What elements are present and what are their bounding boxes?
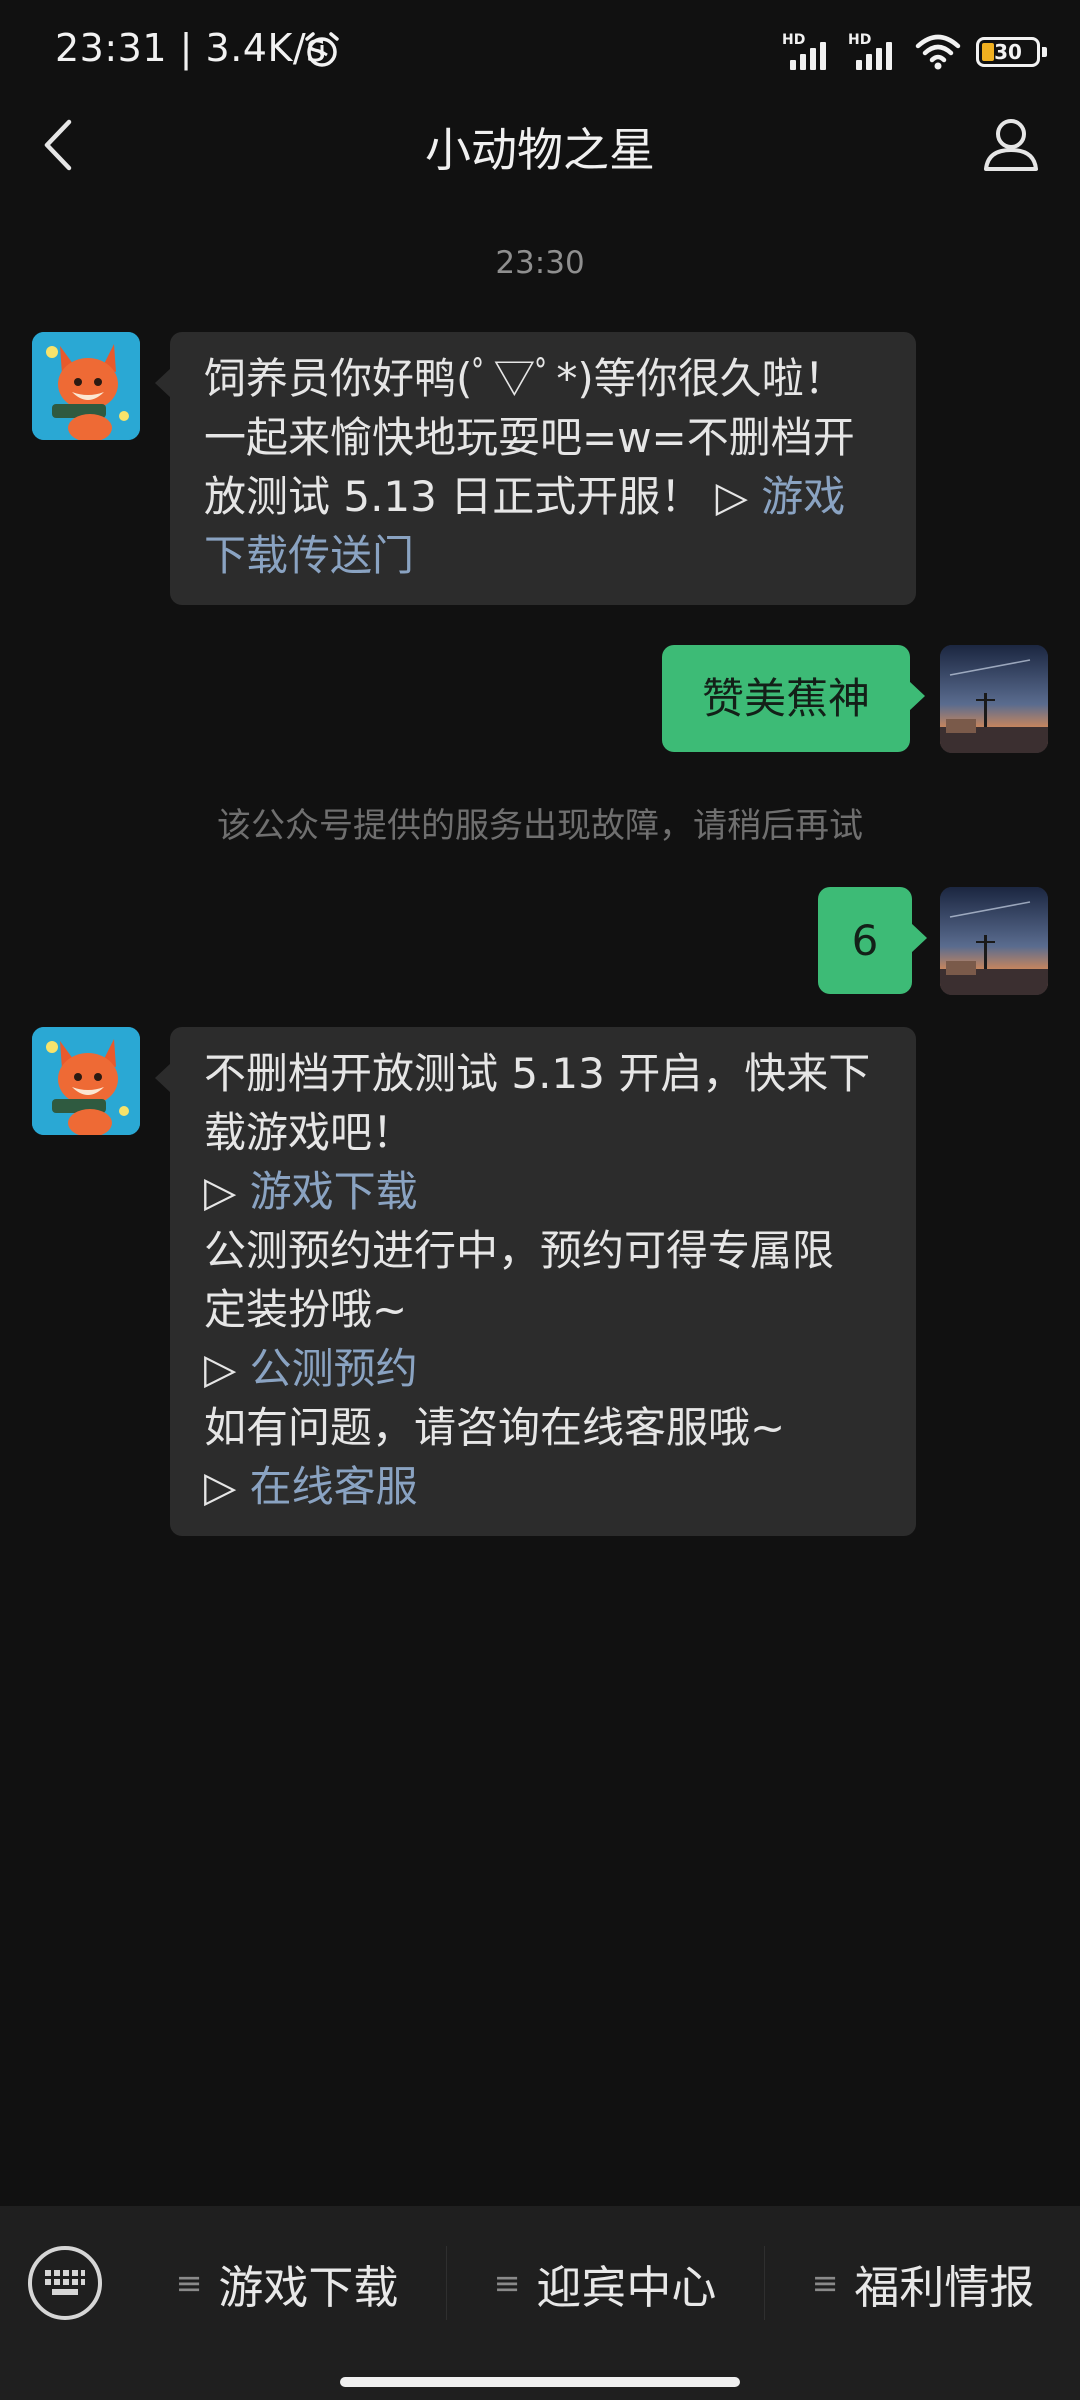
message-line: 载游戏吧！ xyxy=(204,1108,415,1157)
message-line: 不删档开放测试 5.13 开启，快来下 xyxy=(204,1049,871,1098)
keyboard-icon xyxy=(45,2270,85,2295)
status-bar: 23:31 | 3.4K/s HD HD 30 xyxy=(0,0,1080,100)
message-text: 放测试 5.13 日正式开服！ xyxy=(204,472,703,521)
link-arrow: ▷ xyxy=(204,1167,250,1216)
outgoing-message[interactable]: 6 xyxy=(818,887,927,994)
menu-game-download[interactable]: ≡ 游戏下载 xyxy=(132,2238,442,2328)
link-arrow: ▷ xyxy=(204,1462,250,1511)
fox-avatar-image xyxy=(32,332,140,440)
incoming-message[interactable]: 不删档开放测试 5.13 开启，快来下 载游戏吧！ ▷ 游戏下载 公测预约进行中… xyxy=(155,1027,916,1536)
message-line: 定装扮哦~ xyxy=(204,1285,408,1334)
game-download-portal-link[interactable]: 游戏 xyxy=(761,472,845,521)
status-icons: HD HD 30 xyxy=(782,28,1047,76)
link-arrow: ▷ xyxy=(204,1344,250,1393)
message-line: ▷ 在线客服 xyxy=(204,1457,882,1516)
profile-button[interactable] xyxy=(976,110,1046,180)
sunset-sky-avatar-image xyxy=(940,645,1048,753)
message-line: 公测预约进行中，预约可得专属限 xyxy=(204,1226,835,1275)
person-icon xyxy=(984,119,1038,171)
status-time: 23:31 xyxy=(55,26,168,70)
menu-divider xyxy=(446,2246,447,2320)
battery-level: 30 xyxy=(994,40,1022,64)
menu-benefits-news[interactable]: ≡ 福利情报 xyxy=(768,2238,1078,2328)
outgoing-message[interactable]: 赞美蕉神 xyxy=(662,645,925,752)
message-line: 一起来愉快地玩耍吧=w=不删档开 xyxy=(204,413,855,462)
menu-item-label: 迎宾中心 xyxy=(536,2260,717,2314)
keyboard-toggle-button[interactable] xyxy=(28,2246,102,2320)
signal-icon: HD xyxy=(782,30,834,74)
online-customer-service-link[interactable]: 在线客服 xyxy=(250,1462,418,1511)
system-notice: 该公众号提供的服务出现故障，请稍后再试 xyxy=(217,806,863,846)
menu-list-icon: ≡ xyxy=(175,2264,203,2302)
message-line: ▷ 游戏下载 xyxy=(204,1162,882,1221)
message-line: ▷ 公测预约 xyxy=(204,1339,882,1398)
status-separator: | xyxy=(179,26,193,70)
battery-icon: 30 xyxy=(976,37,1047,67)
chat-header: 小动物之星 xyxy=(0,100,1080,190)
user-avatar[interactable] xyxy=(940,645,1048,753)
menu-welcome-center[interactable]: ≡ 迎宾中心 xyxy=(450,2238,760,2328)
official-account-avatar[interactable] xyxy=(32,1027,140,1135)
message-line: 饲养员你好鸭(ﾟ▽ﾟ*)等你很久啦！ xyxy=(204,354,846,403)
game-download-link[interactable]: 游戏下载 xyxy=(250,1167,418,1216)
link-arrow: ▷ xyxy=(702,472,762,521)
alarm-clock-icon xyxy=(305,32,339,67)
signal-icon: HD xyxy=(848,30,900,74)
user-avatar[interactable] xyxy=(940,887,1048,995)
chat-timestamp: 23:30 xyxy=(495,245,585,281)
menu-item-label: 游戏下载 xyxy=(218,2260,399,2314)
message-text: 6 xyxy=(851,916,879,965)
menu-list-icon: ≡ xyxy=(811,2264,839,2302)
fox-avatar-image xyxy=(32,1027,140,1135)
menu-item-label: 福利情报 xyxy=(854,2260,1035,2314)
status-time-and-speed: 23:31 | 3.4K/s xyxy=(55,26,326,70)
public-test-reservation-link[interactable]: 公测预约 xyxy=(250,1344,418,1393)
menu-divider xyxy=(764,2246,765,2320)
sunset-sky-avatar-image xyxy=(940,887,1048,995)
message-line: 如有问题，请咨询在线客服哦~ xyxy=(204,1403,786,1452)
page-title: 小动物之星 xyxy=(425,123,655,177)
official-account-menu-bar: ≡ 游戏下载 ≡ 迎宾中心 ≡ 福利情报 xyxy=(0,2206,1080,2400)
wifi-icon xyxy=(915,34,961,70)
game-download-portal-link[interactable]: 下载传送门 xyxy=(204,526,882,585)
official-account-avatar[interactable] xyxy=(32,332,140,440)
message-line: 放测试 5.13 日正式开服！ ▷ 游戏 xyxy=(204,467,882,526)
menu-list-icon: ≡ xyxy=(493,2264,521,2302)
incoming-message[interactable]: 饲养员你好鸭(ﾟ▽ﾟ*)等你很久啦！ 一起来愉快地玩耍吧=w=不删档开 放测试 … xyxy=(155,332,916,605)
message-text: 赞美蕉神 xyxy=(701,674,870,723)
home-indicator[interactable] xyxy=(340,2377,740,2387)
